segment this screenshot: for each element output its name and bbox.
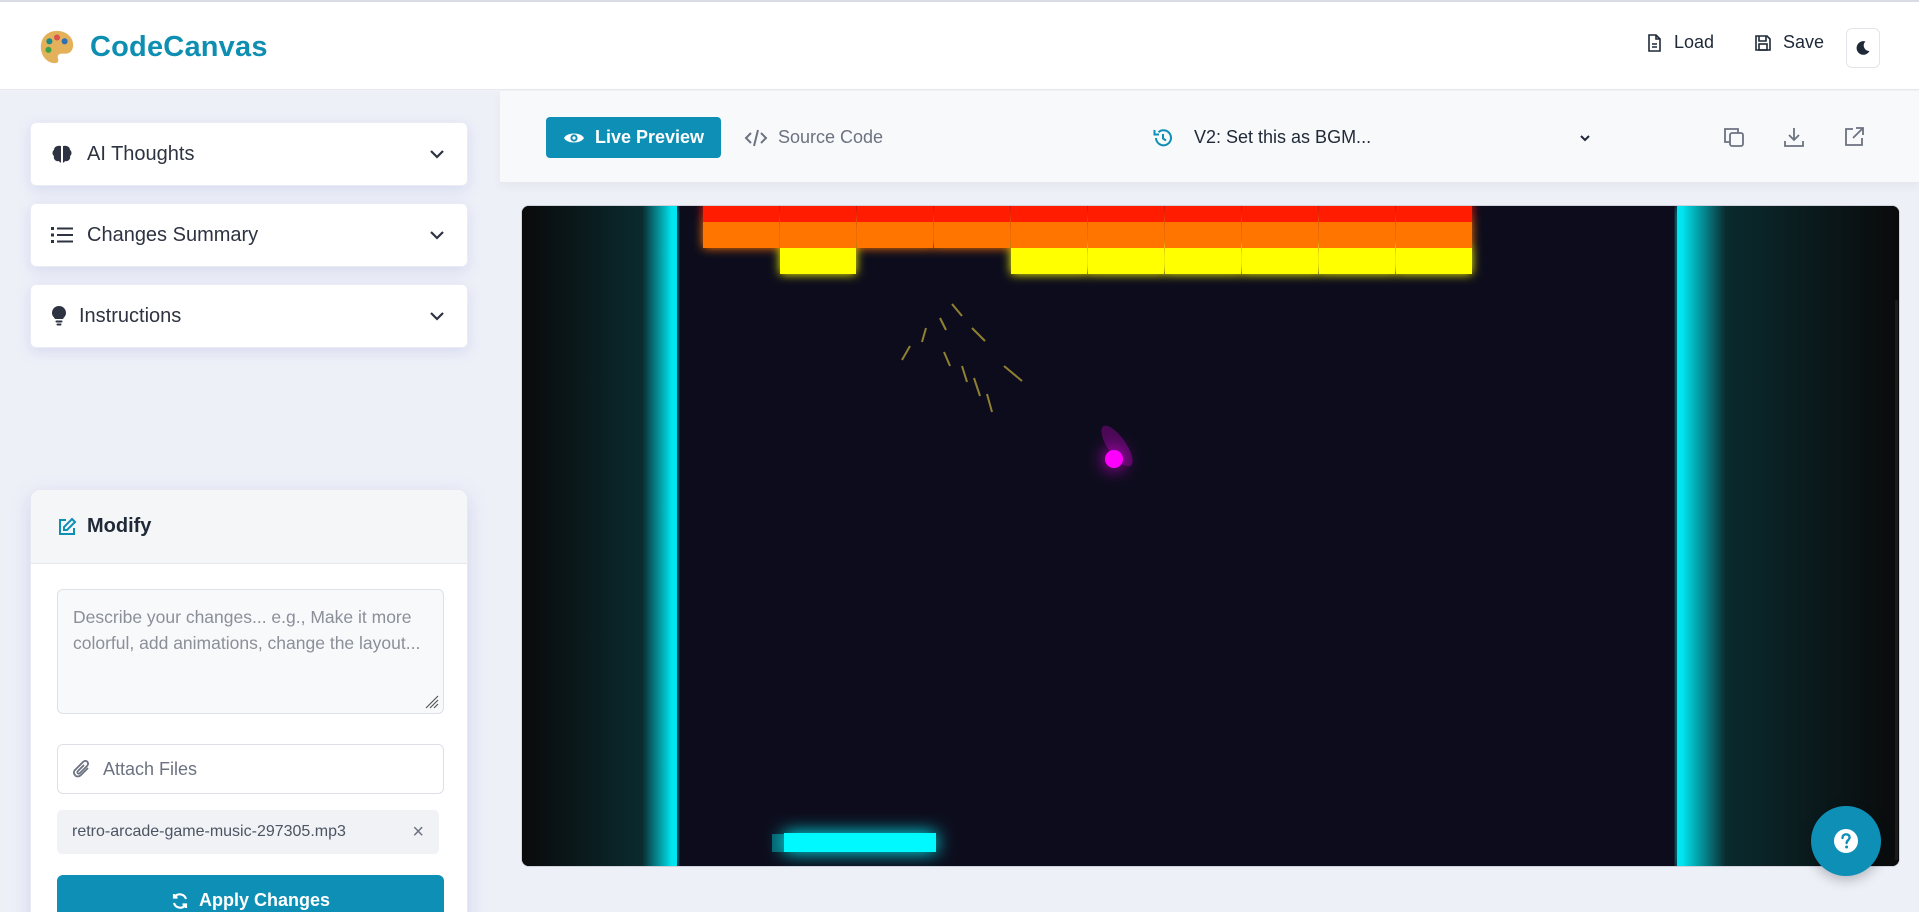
tab-label: Source Code — [778, 127, 884, 147]
main-area: Live Preview Source Code V2: Set this as… — [500, 91, 1919, 912]
attached-file-name: retro-arcade-game-music-297305.mp3 — [72, 823, 346, 840]
brick — [1396, 248, 1472, 274]
brick — [1242, 222, 1318, 248]
brick — [1088, 222, 1164, 248]
history-icon — [1153, 128, 1172, 146]
brick — [1165, 248, 1241, 274]
save-button[interactable]: Save — [1753, 32, 1824, 53]
apply-changes-button[interactable]: Apply Changes — [57, 875, 444, 912]
load-button[interactable]: Load — [1644, 32, 1714, 53]
brick — [1165, 222, 1241, 248]
brick — [1011, 222, 1087, 248]
accordion-changes-summary[interactable]: Changes Summary — [30, 203, 468, 267]
chevron-down-icon — [430, 150, 444, 159]
palette-icon — [40, 30, 74, 64]
download-icon[interactable] — [1782, 125, 1806, 149]
brick — [1011, 248, 1087, 274]
modify-header: Modify — [31, 490, 467, 564]
theme-toggle-button[interactable] — [1846, 28, 1880, 68]
breakout-game-canvas[interactable] — [522, 206, 1900, 867]
remove-file-icon[interactable]: × — [412, 821, 424, 844]
attach-files-label: Attach Files — [103, 758, 198, 779]
resize-handle-icon[interactable] — [425, 695, 439, 709]
brick — [934, 222, 1010, 248]
chevron-down-icon — [430, 231, 444, 240]
paddle — [784, 833, 936, 852]
list-icon — [51, 224, 73, 246]
accordion-label: Instructions — [79, 304, 182, 327]
brick — [857, 222, 933, 248]
brand[interactable]: CodeCanvas — [38, 28, 268, 66]
app-header: CodeCanvas Load Save — [0, 0, 1919, 90]
play-field — [677, 206, 1677, 866]
tab-source-code[interactable]: Source Code — [744, 117, 883, 158]
tab-label: Live Preview — [594, 127, 705, 147]
brick — [1242, 248, 1318, 274]
brick — [1319, 222, 1395, 248]
brain-icon — [51, 143, 73, 165]
external-link-icon[interactable] — [1842, 125, 1866, 149]
left-dark-area — [522, 206, 672, 866]
brick — [1396, 222, 1472, 248]
preview-scrollbar[interactable] — [1895, 300, 1898, 860]
sidebar: AI Thoughts Changes Summary Instructions… — [0, 91, 500, 912]
copy-icon[interactable] — [1722, 125, 1746, 149]
question-icon — [1834, 829, 1858, 853]
refresh-icon — [172, 892, 188, 909]
help-button[interactable] — [1811, 806, 1881, 876]
file-icon — [1648, 33, 1661, 52]
paperclip-icon — [73, 759, 89, 778]
code-icon — [744, 129, 768, 146]
brick — [1319, 248, 1395, 274]
eye-icon — [563, 133, 584, 142]
right-wall — [1677, 206, 1682, 866]
lightbulb-icon — [51, 305, 67, 327]
brick — [1088, 248, 1164, 274]
app-name: CodeCanvas — [90, 30, 268, 63]
modify-title: Modify — [87, 515, 152, 537]
brick — [780, 222, 856, 248]
textarea-placeholder: Describe your changes... e.g., Make it m… — [73, 607, 421, 653]
ball — [1105, 450, 1123, 468]
save-icon — [1755, 34, 1771, 51]
preview-toolbar: Live Preview Source Code V2: Set this as… — [500, 91, 1919, 183]
save-label: Save — [1783, 32, 1825, 52]
modify-panel: Modify Describe your changes... e.g., Ma… — [30, 489, 468, 912]
accordion-label: Changes Summary — [87, 223, 259, 246]
changes-textarea[interactable]: Describe your changes... e.g., Make it m… — [57, 589, 444, 714]
apply-changes-label: Apply Changes — [198, 890, 331, 910]
chevron-down-icon — [1580, 134, 1590, 141]
chevron-down-icon — [430, 312, 444, 321]
edit-icon — [59, 517, 77, 535]
moon-icon — [1856, 41, 1870, 55]
brick — [703, 222, 779, 248]
accordion-instructions[interactable]: Instructions — [30, 284, 468, 348]
left-wall — [672, 206, 677, 866]
live-preview-frame[interactable] — [521, 205, 1900, 867]
version-label: V2: Set this as BGM... — [1194, 127, 1372, 147]
accordion-ai-thoughts[interactable]: AI Thoughts — [30, 122, 468, 186]
attach-files-button[interactable]: Attach Files — [57, 744, 444, 794]
attached-file-chip: retro-arcade-game-music-297305.mp3 × — [57, 810, 439, 854]
version-select[interactable]: V2: Set this as BGM... — [1152, 117, 1592, 158]
brick — [780, 248, 856, 274]
right-dark-area — [1682, 206, 1899, 866]
accordion-label: AI Thoughts — [87, 142, 195, 165]
load-label: Load — [1674, 32, 1715, 52]
tab-live-preview[interactable]: Live Preview — [546, 117, 721, 158]
